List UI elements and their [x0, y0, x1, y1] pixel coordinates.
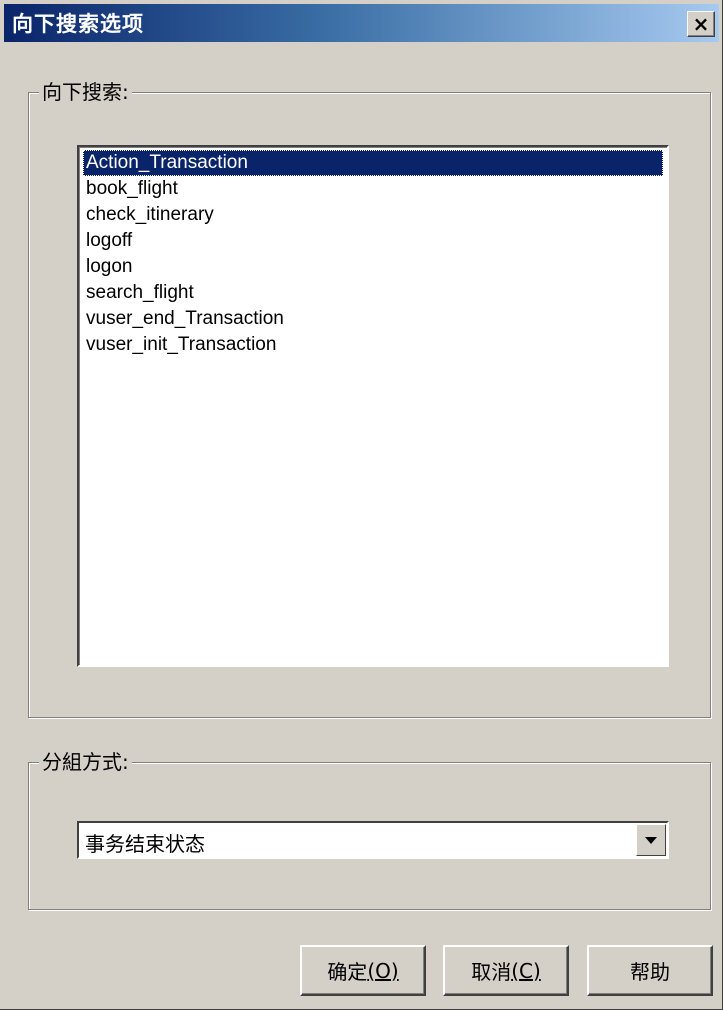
- transaction-listbox[interactable]: Action_Transaction book_flight check_iti…: [77, 145, 669, 667]
- list-item[interactable]: logon: [83, 254, 663, 280]
- help-button-label: 帮助: [630, 960, 670, 984]
- dropdown-button[interactable]: [636, 824, 666, 856]
- close-button[interactable]: ×: [687, 11, 715, 37]
- chevron-down-icon: [645, 836, 657, 844]
- list-item[interactable]: Action_Transaction: [83, 150, 663, 176]
- group-by-select[interactable]: 事务结束状态: [77, 821, 669, 859]
- list-item[interactable]: book_flight: [83, 176, 663, 202]
- group-by-label: 分組方式:: [39, 749, 132, 775]
- group-by-group: 分組方式: 事务结束状态: [28, 749, 711, 910]
- dialog-title: 向下搜索选项: [12, 12, 144, 36]
- list-item[interactable]: logoff: [83, 228, 663, 254]
- ok-button-label: 确定: [327, 960, 368, 984]
- search-down-group: 向下搜索: Action_Transaction book_flight che…: [28, 79, 711, 718]
- title-bar[interactable]: 向下搜索选项 ×: [4, 4, 719, 42]
- cancel-button-label: 取消: [471, 960, 512, 984]
- dialog-window: 向下搜索选项 × 向下搜索: Action_Transaction book_f…: [0, 0, 723, 1010]
- ok-button[interactable]: 确定 (O): [300, 945, 426, 996]
- list-item[interactable]: check_itinerary: [83, 202, 663, 228]
- cancel-button[interactable]: 取消 (C): [443, 945, 569, 996]
- search-down-label: 向下搜索:: [39, 79, 132, 105]
- ok-button-accelerator: (O): [367, 958, 399, 983]
- list-item[interactable]: vuser_init_Transaction: [83, 332, 663, 358]
- list-item[interactable]: vuser_end_Transaction: [83, 306, 663, 332]
- close-icon: ×: [692, 12, 710, 36]
- group-by-value: 事务结束状态: [85, 832, 205, 856]
- list-item[interactable]: search_flight: [83, 280, 663, 306]
- help-button[interactable]: 帮助: [587, 945, 713, 996]
- cancel-button-accelerator: (C): [511, 958, 541, 983]
